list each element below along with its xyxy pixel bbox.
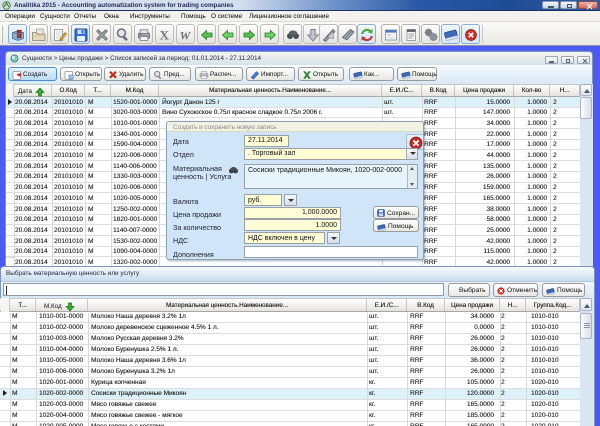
svg-text:X: X bbox=[160, 27, 170, 42]
svg-text:W: W bbox=[180, 28, 192, 42]
